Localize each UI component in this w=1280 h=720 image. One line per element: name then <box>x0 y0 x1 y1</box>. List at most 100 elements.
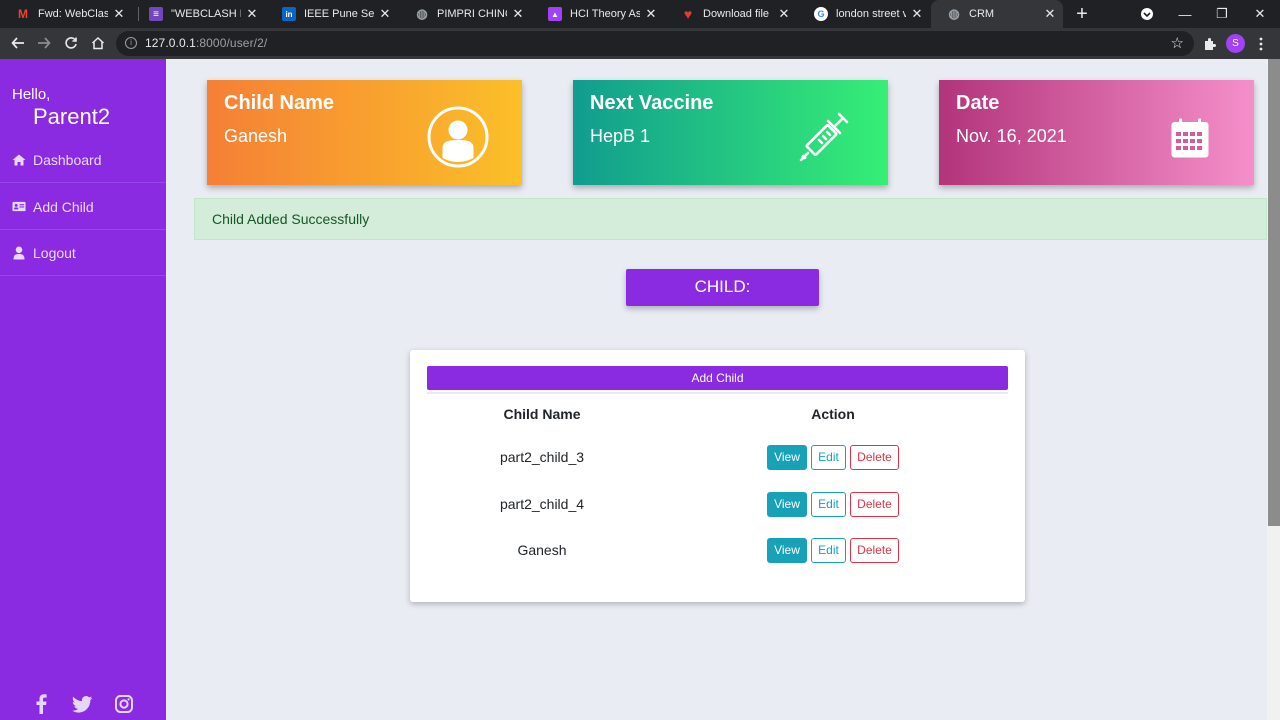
tab-search-button[interactable] <box>1128 0 1166 28</box>
card-value: Nov. 16, 2021 <box>956 126 1067 146</box>
success-alert: Child Added Successfully <box>194 198 1267 240</box>
sidebar-item-label: Dashboard <box>33 151 102 168</box>
url-path: :8000/user/2/ <box>195 36 268 50</box>
delete-button[interactable]: Delete <box>850 445 899 470</box>
next-vaccine-card: Next Vaccine HepB 1 <box>573 80 888 185</box>
globe-icon: ◍ <box>416 6 428 21</box>
table-row: part2_child_3 View Edit Delete <box>427 445 1008 491</box>
new-tab-button[interactable]: + <box>1072 4 1092 24</box>
delete-button[interactable]: Delete <box>850 538 899 563</box>
browser-tab[interactable]: ▲ HCI Theory Assign ✕ <box>532 0 664 28</box>
browser-tab-active[interactable]: ◍ CRM ✕ <box>931 0 1063 28</box>
sidebar-item-dashboard[interactable]: Dashboard <box>0 137 166 183</box>
main-content: Child Name Ganesh Next Vaccine HepB 1 Da… <box>166 59 1267 720</box>
close-icon[interactable]: ✕ <box>644 6 658 21</box>
page: Hello, Parent2 Dashboard Add Child Logou… <box>0 59 1280 720</box>
close-icon[interactable]: ✕ <box>112 6 126 21</box>
syringe-icon <box>798 109 852 168</box>
sidebar-item-logout[interactable]: Logout <box>0 230 166 276</box>
tab-title: "WEBCLASH REGI <box>171 8 241 20</box>
bookmark-star-icon[interactable]: ☆ <box>1171 34 1184 52</box>
browser-tab[interactable]: in IEEE Pune Section ✕ <box>266 0 398 28</box>
classroom-icon: ▲ <box>548 7 562 21</box>
chevron-down-icon <box>1141 8 1153 20</box>
tab-title: PIMPRI CHINCHW <box>437 8 507 20</box>
column-header-action: Action <box>811 406 855 422</box>
close-icon[interactable]: ✕ <box>910 6 924 21</box>
gmail-icon: M <box>18 7 28 21</box>
reload-icon <box>65 37 77 49</box>
view-button[interactable]: View <box>767 445 807 470</box>
browser-tab-strip: M Fwd: WebClash: Fi ✕ ≡ "WEBCLASH REGI ✕… <box>0 0 1280 28</box>
forms-icon: ≡ <box>149 7 163 21</box>
minimize-button[interactable]: — <box>1166 0 1204 28</box>
card-value: HepB 1 <box>590 126 651 146</box>
add-child-button[interactable]: Add Child <box>427 366 1008 390</box>
back-button[interactable] <box>8 33 28 53</box>
view-button[interactable]: View <box>767 538 807 563</box>
menu-kebab-icon[interactable] <box>1251 34 1271 54</box>
scrollbar-thumb[interactable] <box>1268 59 1280 526</box>
url-host: 127.0.0.1 <box>145 36 196 50</box>
url-text: 127.0.0.1:8000/user/2/ <box>145 36 267 50</box>
profile-avatar[interactable]: S <box>1226 34 1245 53</box>
close-icon[interactable]: ✕ <box>777 6 791 21</box>
globe-icon: ◍ <box>948 6 960 21</box>
tab-title: Download file | iL <box>703 8 773 20</box>
child-name-cell: Ganesh <box>517 542 567 558</box>
arrow-left-icon <box>11 37 24 49</box>
restore-button[interactable]: ❐ <box>1203 0 1241 28</box>
window-close-button[interactable]: ✕ <box>1241 0 1279 28</box>
tab-title: IEEE Pune Section <box>304 8 374 20</box>
sidebar-item-label: Logout <box>33 244 76 261</box>
twitter-icon[interactable] <box>71 693 93 715</box>
card-title: Date <box>956 92 1000 114</box>
user-icon <box>12 246 26 260</box>
google-icon: G <box>814 7 828 21</box>
sidebar-item-label: Add Child <box>33 198 94 215</box>
children-panel: Add Child Child Name Action part2_child_… <box>410 350 1025 602</box>
close-icon[interactable]: ✕ <box>245 6 259 21</box>
edit-button[interactable]: Edit <box>811 492 846 517</box>
home-icon <box>91 36 105 50</box>
browser-tab[interactable]: ≡ "WEBCLASH REGI ✕ <box>133 0 265 28</box>
child-name-cell: part2_child_3 <box>499 449 585 465</box>
home-icon <box>12 153 26 167</box>
edit-button[interactable]: Edit <box>811 445 846 470</box>
instagram-icon[interactable] <box>113 693 135 715</box>
child-name-cell: part2_child_4 <box>499 496 585 512</box>
card-value: Ganesh <box>224 126 288 146</box>
facebook-icon[interactable] <box>30 693 52 715</box>
divider <box>427 392 1008 394</box>
calendar-icon <box>1171 118 1209 163</box>
extensions-icon[interactable] <box>1199 34 1219 54</box>
heart-icon: ♥ <box>683 6 693 22</box>
close-icon[interactable]: ✕ <box>378 6 392 21</box>
browser-tab[interactable]: M Fwd: WebClash: Fi ✕ <box>0 0 132 28</box>
card-title: Next Vaccine <box>590 92 714 114</box>
view-button[interactable]: View <box>767 492 807 517</box>
table-row: Ganesh View Edit Delete <box>427 538 1008 584</box>
username: Parent2 <box>33 104 111 129</box>
child-name-card: Child Name Ganesh <box>207 80 522 185</box>
tab-title: london street view <box>836 8 906 20</box>
close-icon[interactable]: ✕ <box>511 6 525 21</box>
browser-tab[interactable]: ◍ PIMPRI CHINCHW ✕ <box>399 0 531 28</box>
browser-tab[interactable]: ♥ Download file | iL ✕ <box>665 0 797 28</box>
address-bar[interactable]: i 127.0.0.1:8000/user/2/ ☆ <box>116 31 1194 56</box>
user-circle-icon <box>427 106 489 173</box>
edit-button[interactable]: Edit <box>811 538 846 563</box>
reload-button[interactable] <box>61 33 81 53</box>
forward-button[interactable] <box>34 33 54 53</box>
info-icon[interactable]: i <box>125 37 137 49</box>
card-title: Child Name <box>224 92 335 114</box>
browser-tab[interactable]: G london street view ✕ <box>798 0 930 28</box>
delete-button[interactable]: Delete <box>850 492 899 517</box>
close-icon[interactable]: ✕ <box>1043 6 1057 21</box>
home-button[interactable] <box>88 33 108 53</box>
browser-toolbar: i 127.0.0.1:8000/user/2/ ☆ S <box>0 28 1280 59</box>
greeting: Hello, <box>12 86 51 103</box>
id-card-icon <box>12 200 26 214</box>
sidebar: Hello, Parent2 Dashboard Add Child Logou… <box>0 59 166 720</box>
sidebar-item-add-child[interactable]: Add Child <box>0 184 166 230</box>
